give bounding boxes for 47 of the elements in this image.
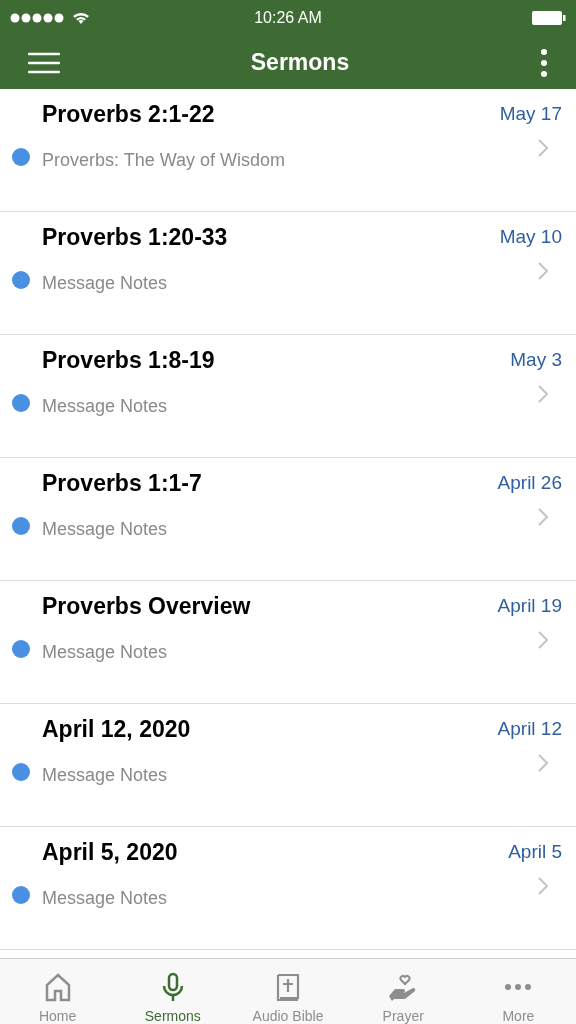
sermon-subtitle: Message Notes — [42, 519, 169, 540]
sermon-title: Proverbs 1:20-33 — [42, 224, 229, 251]
sermon-title: Proverbs 1:8-19 — [42, 347, 216, 374]
sermon-subtitle: Message Notes — [42, 765, 169, 786]
more-icon — [504, 984, 533, 990]
tab-item[interactable]: Sermons — [115, 959, 231, 1024]
chevron-icon — [538, 754, 548, 772]
sermon-date: April 5 — [508, 841, 562, 863]
sermon-row[interactable]: Proverbs 1:20-33 Message Notes May 10 — [0, 212, 576, 335]
sermon-subtitle: Proverbs: The Way of Wisdom — [42, 150, 287, 171]
sermon-row[interactable]: April 12, 2020 Message Notes April 12 — [0, 704, 576, 827]
chevron-icon — [538, 385, 548, 403]
chevron-icon — [538, 139, 548, 157]
chevron-icon — [538, 877, 548, 895]
sermon-date: April 19 — [497, 595, 562, 617]
wifi-icon — [72, 11, 90, 25]
sermon-title: April 12, 2020 — [42, 716, 192, 743]
chevron-icon — [538, 508, 548, 526]
status-time: 10:26 AM — [254, 9, 322, 27]
sermon-subtitle: Message Notes — [42, 888, 169, 909]
sermon-row[interactable]: Proverbs 1:1-7 Message Notes April 26 — [0, 458, 576, 581]
sermon-row[interactable]: Proverbs 1:8-19 Message Notes May 3 — [0, 335, 576, 458]
signal-icon — [10, 13, 66, 23]
sermon-date: May 10 — [499, 226, 562, 248]
chevron-icon — [538, 262, 548, 280]
chevron-icon — [538, 631, 548, 649]
sermon-title: Proverbs 1:1-7 — [42, 470, 203, 497]
more-options-icon[interactable] — [540, 47, 548, 78]
book-cross-icon — [275, 972, 301, 1002]
sermon-date: April 12 — [497, 718, 562, 740]
battery-icon — [532, 11, 566, 25]
sermon-title: April 5, 2020 — [42, 839, 179, 866]
sermon-row[interactable]: Proverbs 2:1-22 Proverbs: The Way of Wisdom May 17 — [0, 89, 576, 212]
sermon-title: Proverbs Overview — [42, 593, 252, 620]
sermon-row[interactable]: Proverbs Overview Message Notes April 19 — [0, 581, 576, 704]
sermon-row[interactable]: April 5, 2020 Message Notes April 5 — [0, 827, 576, 950]
sermon-date: April 26 — [497, 472, 562, 494]
sermon-date: May 3 — [510, 349, 562, 371]
microphone-icon — [160, 972, 185, 1002]
sermon-title: Proverbs 2:1-22 — [42, 101, 216, 128]
sermon-subtitle: Message Notes — [42, 273, 169, 294]
sermon-subtitle: Message Notes — [42, 396, 169, 417]
sermon-date: May 17 — [499, 103, 562, 125]
menu-icon[interactable] — [28, 51, 60, 74]
home-icon — [43, 972, 72, 1002]
screen-title: Sermons — [250, 49, 350, 76]
sermon-subtitle: Message Notes — [42, 642, 169, 663]
